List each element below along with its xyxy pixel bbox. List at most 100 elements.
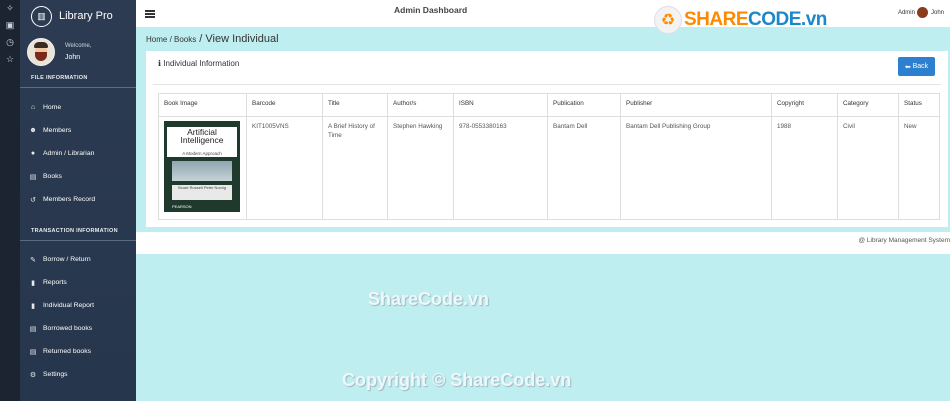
section-transaction-information: TRANSACTION INFORMATION [20, 224, 136, 241]
barcode-cell: KIT1005VNS [246, 116, 323, 220]
file-icon: ▮ [31, 279, 35, 287]
publication-cell: Bantam Dell [547, 116, 621, 220]
sidebar-item-label: Members [43, 127, 72, 134]
sidebar-item-label: Individual Report [43, 302, 95, 309]
cover-title: Artificial Intelligence [167, 127, 237, 151]
arrow-left-icon: ⬅ [904, 63, 913, 71]
divider [153, 84, 941, 85]
brand[interactable]: ▥ Library Pro [20, 0, 136, 32]
sidebar-item-returned-books[interactable]: ▤ Returned books [20, 340, 136, 363]
column-header: Publisher [620, 93, 772, 117]
status-cell: New [898, 116, 940, 220]
column-header: ISBN [453, 93, 548, 117]
book-icon: ▤ [29, 325, 37, 333]
author-cell: Stephen Hawking [387, 116, 454, 220]
book-table: Book Image Barcode Title Author/s ISBN P… [158, 93, 940, 220]
sidebar-item-members[interactable]: ☻ Members [20, 119, 136, 142]
category-cell: Civil [837, 116, 899, 220]
avatar [27, 37, 55, 66]
book-icon: ▤ [29, 348, 37, 356]
column-header: Category [837, 93, 899, 117]
sparkle-icon[interactable]: ✧ [0, 0, 20, 17]
breadcrumb-home[interactable]: Home [146, 35, 167, 44]
individual-info-panel: ℹ Individual Information ⬅ Back Book Ima… [146, 51, 948, 227]
column-header: Barcode [246, 93, 323, 117]
sidebar-item-individual-report[interactable]: ▮ Individual Report [20, 294, 136, 317]
user-menu[interactable]: Admin John [898, 7, 944, 18]
clock-icon[interactable]: ◷ [0, 34, 20, 51]
left-icon-strip: ✧ ▣ ◷ ☆ [0, 0, 20, 401]
welcome-text: Welcome, [65, 42, 92, 49]
sidebar-item-members-record[interactable]: ↺ Members Record [20, 188, 136, 211]
sidebar-item-label: Settings [43, 371, 68, 378]
sidebar-item-label: Borrow / Return [43, 256, 91, 263]
column-header: Title [322, 93, 388, 117]
cover-publisher: PEARSON [172, 204, 192, 209]
page-header-title: Admin Dashboard [394, 5, 468, 15]
breadcrumb-current: View Individual [205, 33, 279, 45]
topbar: Admin Dashboard Admin John [136, 0, 950, 27]
table-header-row: Book Image Barcode Title Author/s ISBN P… [158, 93, 940, 117]
breadcrumb: Home / Books / View Individual [146, 33, 279, 45]
history-icon: ↺ [30, 196, 36, 204]
column-header: Copyright [771, 93, 838, 117]
column-header: Status [898, 93, 940, 117]
sharecode-logo-icon: ♻ [654, 6, 682, 34]
sidebar-item-label: Admin / Librarian [43, 150, 95, 157]
sidebar-item-label: Books [43, 173, 62, 180]
user-icon: ● [30, 150, 36, 157]
sidebar-item-label: Returned books [43, 348, 91, 355]
isbn-cell: 978-0553380163 [453, 116, 548, 220]
section-file-information: FILE INFORMATION [20, 71, 136, 88]
panel-title: ℹ Individual Information [158, 59, 240, 68]
sidebar-item-books[interactable]: ▤ Books [20, 165, 136, 188]
user-name: John [65, 53, 81, 61]
publisher-cell: Bantam Dell Publishing Group [620, 116, 772, 220]
users-icon: ☻ [29, 127, 37, 134]
sidebar-item-label: Reports [43, 279, 67, 286]
edit-icon: ✎ [30, 256, 36, 264]
sidebar: ▥ Library Pro Welcome, John FILE INFORMA… [20, 0, 136, 401]
star-icon[interactable]: ☆ [0, 51, 20, 68]
home-icon: ⌂ [30, 104, 36, 111]
bank-icon: ▥ [31, 5, 52, 27]
sidebar-item-label: Borrowed books [43, 325, 93, 332]
file-icon: ▮ [31, 302, 35, 310]
column-header: Publication [547, 93, 621, 117]
breadcrumb-books[interactable]: Books [174, 35, 196, 44]
sidebar-item-label: Members Record [43, 196, 96, 203]
book-image-cell: Artificial Intelligence A Modern Approac… [158, 116, 247, 220]
sharecode-logo: ♻ SHARECODE.vn [654, 6, 827, 34]
menu-toggle-icon[interactable] [145, 10, 155, 18]
book-icon: ▤ [29, 173, 37, 181]
sidebar-item-admin-librarian[interactable]: ● Admin / Librarian [20, 142, 136, 165]
logo-text-b: CODE.vn [748, 9, 827, 30]
gear-icon: ⚙ [29, 371, 37, 379]
cover-subtitle: A Modern Approach [167, 151, 237, 157]
sidebar-item-borrowed-books[interactable]: ▤ Borrowed books [20, 317, 136, 340]
watermark-mid: ShareCode.vn [368, 289, 490, 309]
app-name: Library Pro [59, 10, 113, 22]
watermark-bottom: Copyright © ShareCode.vn [342, 370, 572, 390]
sidebar-item-reports[interactable]: ▮ Reports [20, 271, 136, 294]
sidebar-item-home[interactable]: ⌂ Home [20, 96, 136, 119]
back-button[interactable]: ⬅ Back [898, 57, 935, 76]
breadcrumb-sep: / [167, 35, 175, 44]
column-header: Author/s [387, 93, 454, 117]
topbar-user-name: John [930, 9, 944, 16]
cover-authors: Stuart Russell Peter Norvig [172, 185, 232, 200]
logo-text-a: SHARE [684, 9, 749, 30]
footer: @ Library Management System [136, 232, 950, 254]
copyright-cell: 1988 [771, 116, 838, 220]
save-icon[interactable]: ▣ [0, 17, 20, 34]
book-cover-image: Artificial Intelligence A Modern Approac… [164, 121, 240, 212]
sidebar-item-settings[interactable]: ⚙ Settings [20, 363, 136, 386]
user-panel: Welcome, John [20, 32, 136, 71]
footer-text: @ Library Management System [858, 237, 950, 244]
column-header: Book Image [158, 93, 247, 117]
sidebar-item-borrow-return[interactable]: ✎ Borrow / Return [20, 248, 136, 271]
title-cell: A Brief History of Time [322, 116, 388, 220]
sidebar-item-label: Home [43, 104, 62, 111]
topbar-avatar [916, 7, 928, 18]
table-row: Artificial Intelligence A Modern Approac… [158, 116, 940, 220]
